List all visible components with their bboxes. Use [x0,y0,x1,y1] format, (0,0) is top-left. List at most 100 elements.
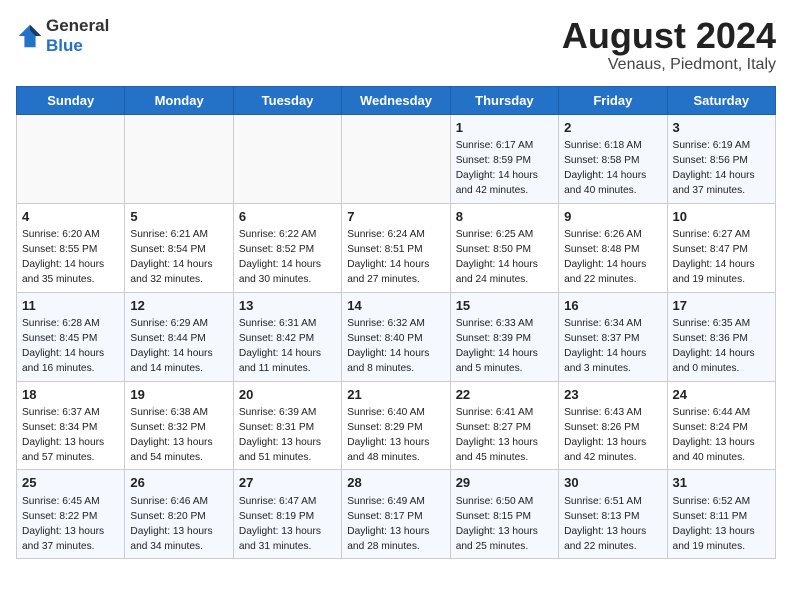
calendar-cell: 14Sunrise: 6:32 AM Sunset: 8:40 PM Dayli… [342,292,450,381]
day-info: Sunrise: 6:50 AM Sunset: 8:15 PM Dayligh… [456,495,553,554]
day-number: 20 [239,386,336,405]
day-number: 27 [239,474,336,493]
day-of-week-tuesday: Tuesday [233,86,341,114]
calendar-cell: 28 Sunrise: 6:49 AM Sunset: 8:17 PM Dayli… [342,470,450,559]
calendar-cell: 12Sunrise: 6:29 AM Sunset: 8:44 PM Dayli… [125,292,233,381]
day-number: 23 [564,386,661,405]
week-row-4: 18Sunrise: 6:37 AM Sunset: 8:34 PM Dayli… [17,381,776,470]
calendar-cell: 25 Sunrise: 6:45 AM Sunset: 8:22 PM Dayli… [17,470,125,559]
calendar-cell: 3Sunrise: 6:19 AM Sunset: 8:56 PM Daylig… [667,114,775,203]
day-of-week-thursday: Thursday [450,86,558,114]
calendar-cell: 10Sunrise: 6:27 AM Sunset: 8:47 PM Dayli… [667,203,775,292]
day-info: Sunrise: 6:37 AM Sunset: 8:34 PM Dayligh… [22,406,119,465]
day-info: Sunrise: 6:26 AM Sunset: 8:48 PM Dayligh… [564,228,661,287]
day-number: 4 [22,208,119,227]
day-number: 16 [564,297,661,316]
day-info: Sunrise: 6:32 AM Sunset: 8:40 PM Dayligh… [347,317,444,376]
day-info: Sunrise: 6:52 AM Sunset: 8:11 PM Dayligh… [673,495,770,554]
calendar-cell: 9Sunrise: 6:26 AM Sunset: 8:48 PM Daylig… [559,203,667,292]
calendar-cell: 8Sunrise: 6:25 AM Sunset: 8:50 PM Daylig… [450,203,558,292]
calendar-cell: 26Sunrise: 6:46 AM Sunset: 8:20 PM Dayli… [125,470,233,559]
day-number: 14 [347,297,444,316]
week-row-1: 1Sunrise: 6:17 AM Sunset: 8:59 PM Daylig… [17,114,776,203]
calendar-cell: 6Sunrise: 6:22 AM Sunset: 8:52 PM Daylig… [233,203,341,292]
days-header-row: SundayMondayTuesdayWednesdayThursdayFrid… [17,86,776,114]
day-number: 18 [22,386,119,405]
day-info: Sunrise: 6:29 AM Sunset: 8:44 PM Dayligh… [130,317,227,376]
day-number: 3 [673,119,770,138]
day-number: 24 [673,386,770,405]
calendar-cell [342,114,450,203]
calendar-cell: 29 Sunrise: 6:50 AM Sunset: 8:15 PM Dayli… [450,470,558,559]
calendar-cell: 15Sunrise: 6:33 AM Sunset: 8:39 PM Dayli… [450,292,558,381]
day-number: 31 [673,474,770,493]
calendar-cell: 21Sunrise: 6:40 AM Sunset: 8:29 PM Dayli… [342,381,450,470]
day-info: Sunrise: 6:45 AM Sunset: 8:22 PM Dayligh… [22,495,119,554]
day-number: 12 [130,297,227,316]
day-of-week-wednesday: Wednesday [342,86,450,114]
calendar-cell [17,114,125,203]
week-row-3: 11Sunrise: 6:28 AM Sunset: 8:45 PM Dayli… [17,292,776,381]
calendar-cell [233,114,341,203]
day-info: Sunrise: 6:40 AM Sunset: 8:29 PM Dayligh… [347,406,444,465]
day-number: 11 [22,297,119,316]
day-info: Sunrise: 6:43 AM Sunset: 8:26 PM Dayligh… [564,406,661,465]
day-info: Sunrise: 6:49 AM Sunset: 8:17 PM Dayligh… [347,495,444,554]
calendar-cell [125,114,233,203]
calendar-cell: 13Sunrise: 6:31 AM Sunset: 8:42 PM Dayli… [233,292,341,381]
day-number: 7 [347,208,444,227]
day-info: Sunrise: 6:47 AM Sunset: 8:19 PM Dayligh… [239,495,336,554]
calendar-cell: 11Sunrise: 6:28 AM Sunset: 8:45 PM Dayli… [17,292,125,381]
day-number: 6 [239,208,336,227]
week-row-2: 4Sunrise: 6:20 AM Sunset: 8:55 PM Daylig… [17,203,776,292]
month-year-title: August 2024 [562,16,776,56]
day-info: Sunrise: 6:51 AM Sunset: 8:13 PM Dayligh… [564,495,661,554]
calendar-cell: 1Sunrise: 6:17 AM Sunset: 8:59 PM Daylig… [450,114,558,203]
day-number: 10 [673,208,770,227]
day-number: 28 [347,474,444,493]
calendar-cell: 27 Sunrise: 6:47 AM Sunset: 8:19 PM Dayli… [233,470,341,559]
day-number: 9 [564,208,661,227]
day-info: Sunrise: 6:35 AM Sunset: 8:36 PM Dayligh… [673,317,770,376]
day-info: Sunrise: 6:39 AM Sunset: 8:31 PM Dayligh… [239,406,336,465]
calendar-table: SundayMondayTuesdayWednesdayThursdayFrid… [16,86,776,560]
day-of-week-monday: Monday [125,86,233,114]
day-info: Sunrise: 6:19 AM Sunset: 8:56 PM Dayligh… [673,139,770,198]
day-number: 13 [239,297,336,316]
day-number: 22 [456,386,553,405]
day-number: 30 [564,474,661,493]
day-info: Sunrise: 6:31 AM Sunset: 8:42 PM Dayligh… [239,317,336,376]
day-number: 29 [456,474,553,493]
day-info: Sunrise: 6:18 AM Sunset: 8:58 PM Dayligh… [564,139,661,198]
day-info: Sunrise: 6:46 AM Sunset: 8:20 PM Dayligh… [130,495,227,554]
logo-icon [16,22,44,50]
day-of-week-sunday: Sunday [17,86,125,114]
calendar-cell: 2Sunrise: 6:18 AM Sunset: 8:58 PM Daylig… [559,114,667,203]
calendar-cell: 30 Sunrise: 6:51 AM Sunset: 8:13 PM Dayli… [559,470,667,559]
calendar-cell: 31 Sunrise: 6:52 AM Sunset: 8:11 PM Dayli… [667,470,775,559]
calendar-cell: 22Sunrise: 6:41 AM Sunset: 8:27 PM Dayli… [450,381,558,470]
calendar-cell: 18Sunrise: 6:37 AM Sunset: 8:34 PM Dayli… [17,381,125,470]
calendar-cell: 7Sunrise: 6:24 AM Sunset: 8:51 PM Daylig… [342,203,450,292]
day-info: Sunrise: 6:38 AM Sunset: 8:32 PM Dayligh… [130,406,227,465]
day-number: 1 [456,119,553,138]
day-number: 5 [130,208,227,227]
day-of-week-friday: Friday [559,86,667,114]
calendar-cell: 24Sunrise: 6:44 AM Sunset: 8:24 PM Dayli… [667,381,775,470]
day-info: Sunrise: 6:33 AM Sunset: 8:39 PM Dayligh… [456,317,553,376]
location-subtitle: Venaus, Piedmont, Italy [562,56,776,74]
day-info: Sunrise: 6:20 AM Sunset: 8:55 PM Dayligh… [22,228,119,287]
calendar-cell: 23Sunrise: 6:43 AM Sunset: 8:26 PM Dayli… [559,381,667,470]
logo-blue-text: Blue [46,36,83,55]
day-info: Sunrise: 6:17 AM Sunset: 8:59 PM Dayligh… [456,139,553,198]
day-info: Sunrise: 6:44 AM Sunset: 8:24 PM Dayligh… [673,406,770,465]
day-number: 21 [347,386,444,405]
day-number: 19 [130,386,227,405]
title-block: August 2024 Venaus, Piedmont, Italy [562,16,776,74]
logo: General Blue [16,16,109,56]
day-number: 15 [456,297,553,316]
day-info: Sunrise: 6:28 AM Sunset: 8:45 PM Dayligh… [22,317,119,376]
day-number: 25 [22,474,119,493]
calendar-cell: 4Sunrise: 6:20 AM Sunset: 8:55 PM Daylig… [17,203,125,292]
calendar-cell: 16Sunrise: 6:34 AM Sunset: 8:37 PM Dayli… [559,292,667,381]
